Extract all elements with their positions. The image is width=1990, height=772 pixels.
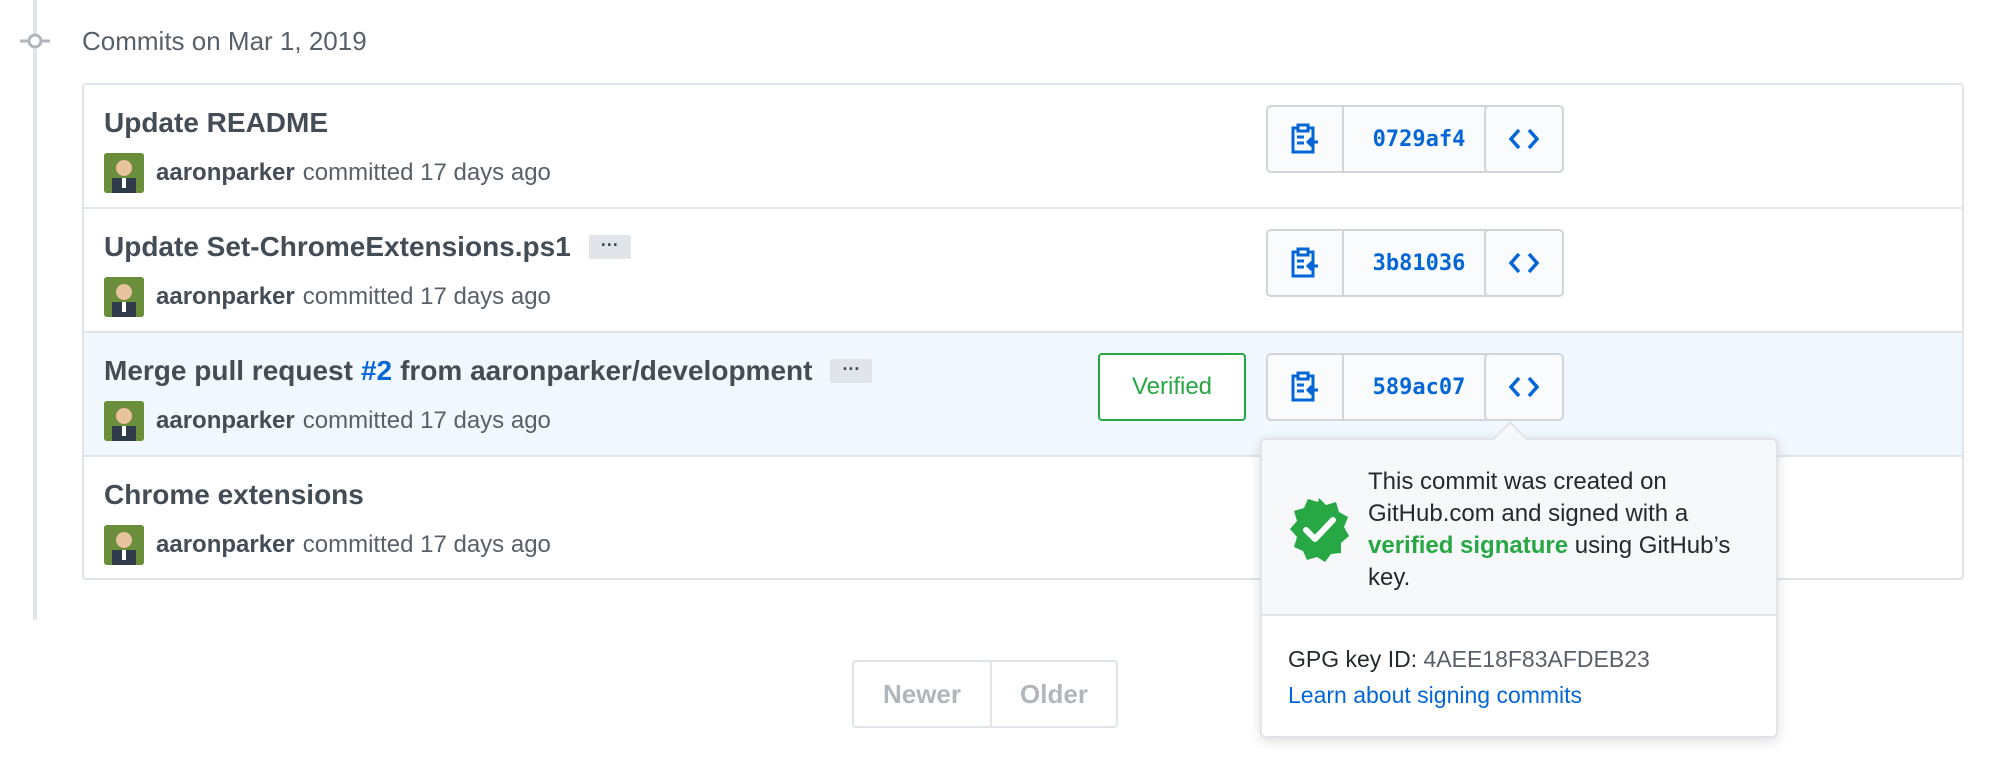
- clippy-icon: [1291, 247, 1318, 278]
- commit-message[interactable]: Update Set-ChromeExtensions.ps1: [104, 231, 571, 263]
- avatar[interactable]: [104, 525, 144, 565]
- commit-title[interactable]: Chrome extensions: [104, 479, 364, 511]
- browse-repo-button[interactable]: [1484, 105, 1564, 173]
- author-name[interactable]: aaronparker: [156, 283, 295, 311]
- commit-meta: aaronparker committed 17 days ago: [104, 153, 551, 193]
- commit-title[interactable]: Update README: [104, 107, 328, 139]
- commit-time: committed 17 days ago: [302, 159, 551, 186]
- verified-signature-popover: This commit was created on GitHub.com an…: [1260, 421, 1778, 738]
- popover-text-1: This commit was created on GitHub.com an…: [1368, 468, 1689, 527]
- commit-node-icon: [20, 33, 50, 49]
- commit-time: committed 17 days ago: [302, 407, 551, 434]
- clippy-icon: [1291, 371, 1318, 402]
- commit-meta: aaronparker committed 17 days ago: [104, 525, 551, 565]
- gpg-key-id: 4AEE18F83AFDEB23: [1423, 646, 1650, 672]
- popover-message: This commit was created on GitHub.com an…: [1368, 466, 1758, 594]
- commit-group-title: Commits on Mar 1, 2019: [82, 26, 367, 56]
- commit-message-suffix[interactable]: from aaronparker/development: [400, 355, 812, 387]
- commit-message[interactable]: Chrome extensions: [104, 479, 364, 511]
- gpg-key-line: GPG key ID: 4AEE18F83AFDEB23: [1288, 646, 1650, 673]
- sha-link[interactable]: 3b81036: [1344, 231, 1494, 295]
- pull-request-link[interactable]: #2: [361, 355, 392, 387]
- commit-message[interactable]: Update README: [104, 107, 328, 139]
- copy-sha-button[interactable]: [1268, 355, 1344, 419]
- code-icon: [1509, 252, 1539, 274]
- author-name[interactable]: aaronparker: [156, 159, 295, 187]
- learn-signing-link[interactable]: Learn about signing commits: [1288, 682, 1582, 709]
- gpg-key-label: GPG key ID:: [1288, 646, 1418, 672]
- copy-sha-button[interactable]: [1268, 231, 1344, 295]
- commits-page: Commits on Mar 1, 2019 Update README aar…: [0, 0, 1990, 772]
- commit-time: committed 17 days ago: [302, 283, 551, 310]
- commit-meta: aaronparker committed 17 days ago: [104, 277, 551, 317]
- commit-title[interactable]: Update Set-ChromeExtensions.ps1 ···: [104, 231, 631, 263]
- commit-meta: aaronparker committed 17 days ago: [104, 401, 551, 441]
- sha-link[interactable]: 0729af4: [1344, 107, 1494, 171]
- verified-badge[interactable]: Verified: [1098, 353, 1246, 421]
- sha-link[interactable]: 589ac07: [1344, 355, 1494, 419]
- browse-repo-button[interactable]: [1484, 353, 1564, 421]
- clippy-icon: [1291, 123, 1318, 154]
- expand-message-button[interactable]: ···: [588, 235, 631, 259]
- avatar[interactable]: [104, 153, 144, 193]
- code-icon: [1509, 376, 1539, 398]
- sha-button-group: 3b81036: [1266, 229, 1496, 297]
- author-name[interactable]: aaronparker: [156, 407, 295, 435]
- avatar[interactable]: [104, 401, 144, 441]
- code-icon: [1509, 128, 1539, 150]
- commit-message-prefix[interactable]: Merge pull request: [104, 355, 353, 387]
- popover-header: This commit was created on GitHub.com an…: [1262, 440, 1776, 616]
- commit-time: committed 17 days ago: [302, 531, 551, 558]
- browse-repo-button[interactable]: [1484, 229, 1564, 297]
- older-button[interactable]: Older: [992, 662, 1116, 726]
- verified-check-icon: [1290, 498, 1349, 562]
- commit-row: Update Set-ChromeExtensions.ps1 ··· aaro…: [84, 209, 1962, 333]
- commit-title[interactable]: Merge pull request #2 from aaronparker/d…: [104, 355, 873, 387]
- sha-button-group: 0729af4: [1266, 105, 1496, 173]
- verified-signature-link[interactable]: verified signature: [1368, 532, 1568, 559]
- newer-button[interactable]: Newer: [854, 662, 992, 726]
- copy-sha-button[interactable]: [1268, 107, 1344, 171]
- sha-button-group: 589ac07: [1266, 353, 1496, 421]
- timeline-line: [33, 0, 37, 620]
- pagination: Newer Older: [852, 660, 1118, 728]
- expand-message-button[interactable]: ···: [830, 359, 873, 383]
- author-name[interactable]: aaronparker: [156, 531, 295, 559]
- commit-row: Update README aaronparker committed 17 d…: [84, 85, 1962, 209]
- avatar[interactable]: [104, 277, 144, 317]
